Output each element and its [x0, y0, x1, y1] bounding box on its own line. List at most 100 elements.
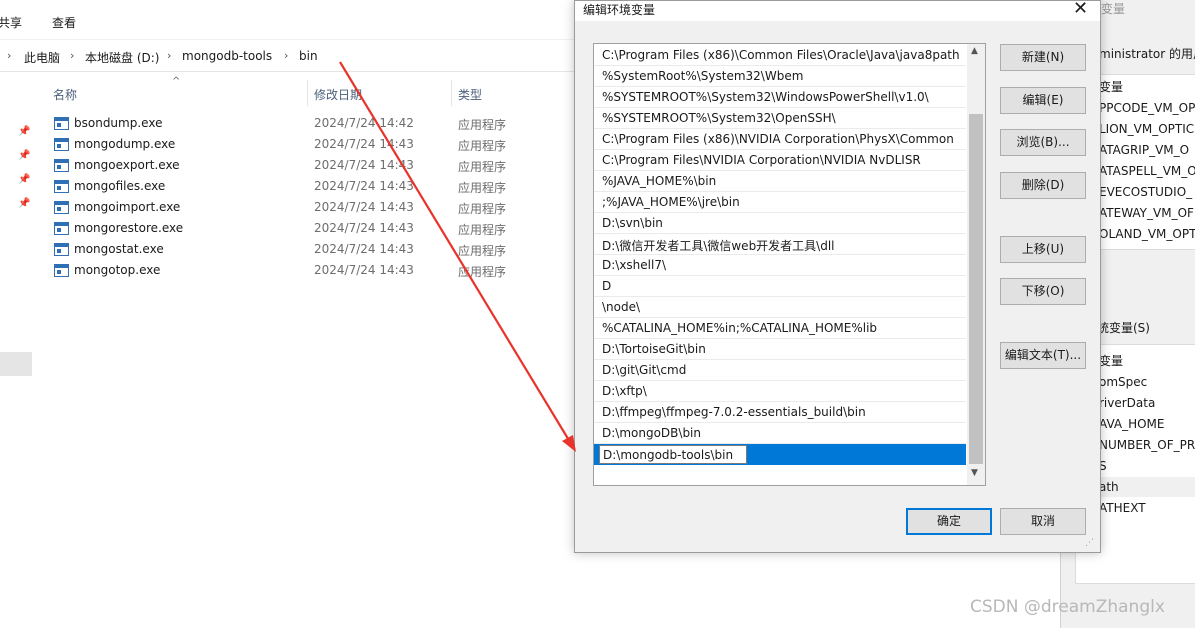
breadcrumb-bin[interactable]: bin: [299, 49, 318, 63]
path-item[interactable]: C:\Program Files (x86)\NVIDIA Corporatio…: [594, 129, 966, 150]
path-item[interactable]: D:\mongoDB\bin: [594, 423, 966, 444]
cancel-button[interactable]: 取消: [1000, 508, 1086, 535]
path-edit-input[interactable]: D:\mongodb-tools\bin: [599, 445, 747, 464]
user-variables-label: ministrator 的用户: [1099, 47, 1195, 61]
path-item[interactable]: \node\: [594, 297, 966, 318]
application-icon: [54, 222, 69, 235]
path-text: C:\Program Files (x86)\NVIDIA Corporatio…: [602, 132, 954, 146]
path-text: D:\git\Git\cmd: [602, 363, 687, 377]
close-icon[interactable]: ✕: [1073, 0, 1088, 19]
file-date: 2024/7/24 14:43: [314, 179, 414, 193]
path-item[interactable]: ;%JAVA_HOME%\jre\bin: [594, 192, 966, 213]
pin-icon[interactable]: 📌: [18, 126, 30, 138]
system-variable-item[interactable]: NUMBER_OF_PRO: [1099, 438, 1195, 452]
application-icon: [54, 117, 69, 130]
pin-icon[interactable]: 📌: [18, 174, 30, 186]
breadcrumb-mongodb-tools[interactable]: mongodb-tools: [182, 49, 272, 63]
pin-icon[interactable]: 📌: [18, 198, 30, 210]
system-variable-item[interactable]: AVA_HOME: [1099, 417, 1165, 431]
file-row[interactable]: mongorestore.exe 2024/7/24 14:43 应用程序: [50, 218, 570, 239]
breadcrumb-local-disk[interactable]: 本地磁盘 (D:): [85, 49, 159, 66]
file-row[interactable]: bsondump.exe 2024/7/24 14:42 应用程序: [50, 113, 570, 134]
path-item[interactable]: D:\ffmpeg\ffmpeg-7.0.2-essentials_build\…: [594, 402, 966, 423]
breadcrumb-this-pc[interactable]: 此电脑: [24, 49, 60, 66]
scroll-up-icon[interactable]: ▲: [971, 46, 978, 56]
path-item[interactable]: D:\mongodb-tools\bin: [594, 444, 966, 465]
system-variable-item[interactable]: ATHEXT: [1099, 501, 1146, 515]
browse-button[interactable]: 浏览(B)...: [1000, 129, 1086, 156]
column-divider[interactable]: [307, 80, 308, 106]
path-item[interactable]: D:\xftp\: [594, 381, 966, 402]
column-header-date[interactable]: 修改日期: [314, 86, 362, 103]
user-variables-column-header[interactable]: 变量: [1099, 78, 1123, 95]
user-variable-item[interactable]: LION_VM_OPTIC: [1099, 122, 1194, 136]
user-variable-item[interactable]: ATAGRIP_VM_O: [1099, 143, 1189, 157]
file-name: mongodump.exe: [74, 137, 176, 151]
path-item[interactable]: D:\TortoiseGit\bin: [594, 339, 966, 360]
watermark: CSDN @dreamZhanglx: [970, 597, 1165, 617]
column-header-type[interactable]: 类型: [458, 86, 482, 103]
nav-selected-item[interactable]: [0, 352, 32, 376]
path-text: D:\xshell7\: [602, 258, 667, 272]
column-header-name[interactable]: 名称: [53, 86, 77, 103]
path-edit-value: D:\mongodb-tools\bin: [603, 448, 734, 462]
edit-button[interactable]: 编辑(E): [1000, 87, 1086, 114]
path-item[interactable]: %JAVA_HOME%\bin: [594, 171, 966, 192]
path-item[interactable]: C:\Program Files\NVIDIA Corporation\NVID…: [594, 150, 966, 171]
user-variable-item[interactable]: EVECOSTUDIO_: [1099, 185, 1192, 199]
file-row[interactable]: mongoimport.exe 2024/7/24 14:43 应用程序: [50, 197, 570, 218]
user-variable-item[interactable]: ATASPELL_VM_O: [1099, 164, 1195, 178]
pin-icon[interactable]: 📌: [18, 150, 30, 162]
ribbon-tab-view[interactable]: 查看: [52, 14, 76, 31]
move-up-button[interactable]: 上移(U): [1000, 236, 1086, 263]
ribbon-tab-share[interactable]: 共享: [0, 14, 22, 31]
path-text: \node\: [602, 300, 641, 314]
path-item[interactable]: C:\Program Files (x86)\Common Files\Orac…: [594, 45, 966, 66]
breadcrumb-separator-icon: ›: [70, 49, 75, 62]
scroll-down-icon[interactable]: ▼: [971, 468, 978, 478]
move-down-button[interactable]: 下移(O): [1000, 278, 1086, 305]
dialog-title-bar[interactable]: 编辑环境变量 ✕: [575, 0, 1100, 21]
delete-button[interactable]: 删除(D): [1000, 172, 1086, 199]
path-list[interactable]: C:\Program Files (x86)\Common Files\Orac…: [593, 43, 986, 486]
system-variable-item[interactable]: riverData: [1099, 396, 1155, 410]
system-variable-item[interactable]: ath: [1099, 480, 1119, 494]
user-variable-item[interactable]: ATEWAY_VM_OF: [1099, 206, 1194, 220]
path-text: D:\xftp\: [602, 384, 647, 398]
new-button[interactable]: 新建(N): [1000, 44, 1086, 71]
scrollbar-thumb[interactable]: [969, 114, 983, 464]
path-item[interactable]: D: [594, 276, 966, 297]
column-divider[interactable]: [451, 80, 452, 106]
ok-button[interactable]: 确定: [906, 508, 992, 535]
file-row[interactable]: mongoexport.exe 2024/7/24 14:43 应用程序: [50, 155, 570, 176]
path-text: D:\TortoiseGit\bin: [602, 342, 706, 356]
file-row[interactable]: mongofiles.exe 2024/7/24 14:43 应用程序: [50, 176, 570, 197]
edit-environment-variable-dialog: 编辑环境变量 ✕ C:\Program Files (x86)\Common F…: [574, 0, 1101, 553]
path-text: D:\ffmpeg\ffmpeg-7.0.2-essentials_build\…: [602, 405, 866, 419]
user-variable-item[interactable]: PPCODE_VM_OP: [1099, 101, 1195, 115]
application-icon: [54, 138, 69, 151]
file-row[interactable]: mongodump.exe 2024/7/24 14:43 应用程序: [50, 134, 570, 155]
window-title-fragment: 变量: [1101, 2, 1126, 16]
file-date: 2024/7/24 14:43: [314, 137, 414, 151]
file-row[interactable]: mongostat.exe 2024/7/24 14:43 应用程序: [50, 239, 570, 260]
edit-text-button[interactable]: 编辑文本(T)...: [1000, 342, 1086, 369]
system-variables-column-header[interactable]: 变量: [1099, 352, 1123, 369]
sort-ascending-icon: ^: [172, 76, 181, 87]
path-item[interactable]: %CATALINA_HOME%in;%CATALINA_HOME%lib: [594, 318, 966, 339]
resize-grip-icon[interactable]: ⋰: [1085, 538, 1094, 548]
path-list-scrollbar[interactable]: ▲ ▼: [967, 44, 985, 485]
breadcrumb-separator-icon: ›: [284, 49, 289, 62]
path-item[interactable]: D:\微信开发者工具\微信web开发者工具\dll: [594, 234, 966, 255]
path-item[interactable]: D:\svn\bin: [594, 213, 966, 234]
path-item[interactable]: %SystemRoot%\System32\Wbem: [594, 66, 966, 87]
application-icon: [54, 243, 69, 256]
path-item[interactable]: D:\xshell7\: [594, 255, 966, 276]
file-row[interactable]: mongotop.exe 2024/7/24 14:43 应用程序: [50, 260, 570, 281]
path-item[interactable]: D:\git\Git\cmd: [594, 360, 966, 381]
file-type: 应用程序: [458, 181, 507, 195]
path-item[interactable]: %SYSTEMROOT%\System32\OpenSSH\: [594, 108, 966, 129]
system-variable-item[interactable]: omSpec: [1099, 375, 1147, 389]
user-variable-item[interactable]: OLAND_VM_OPT: [1099, 227, 1195, 241]
path-item[interactable]: %SYSTEMROOT%\System32\WindowsPowerShell\…: [594, 87, 966, 108]
